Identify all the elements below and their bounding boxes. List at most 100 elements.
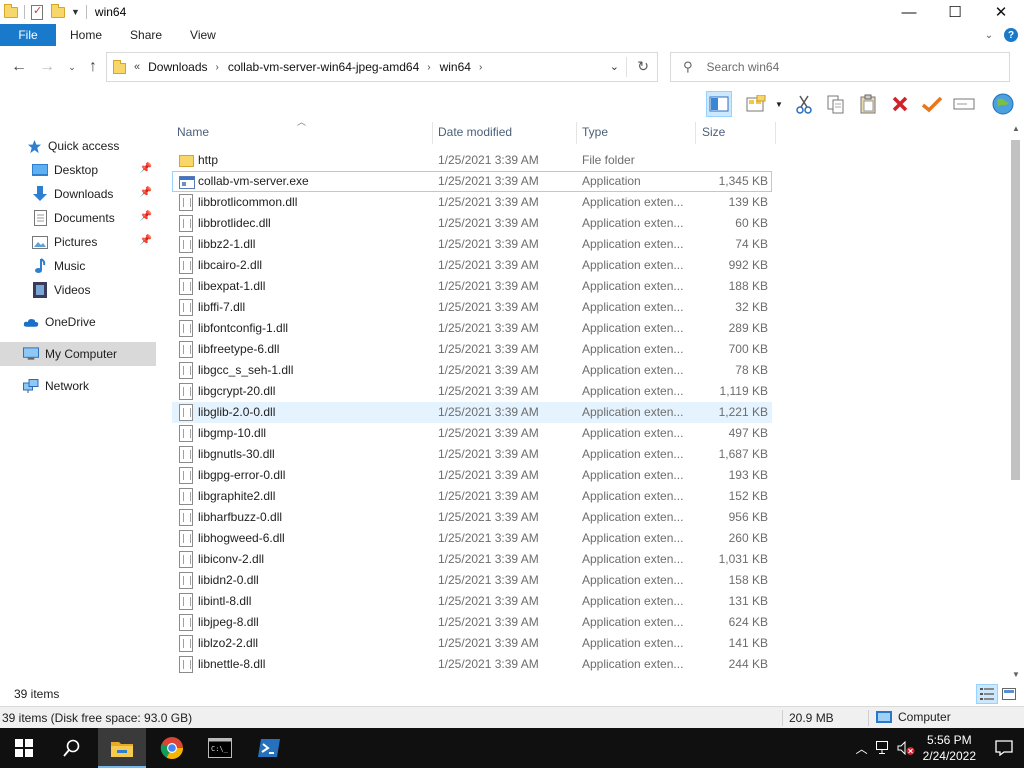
table-row[interactable]: libglib-2.0-0.dll 1/25/2021 3:39 AM Applic… — [172, 402, 772, 423]
tab-view[interactable]: View — [176, 24, 230, 46]
table-row[interactable]: libbrotlicommon.dll 1/25/2021 3:39 AM Appl… — [172, 192, 772, 213]
column-size[interactable]: Size — [702, 120, 772, 144]
column-name[interactable]: Name — [177, 120, 427, 144]
breadcrumb-separator[interactable]: › — [479, 62, 482, 73]
sidebar-item-network[interactable]: Network — [0, 374, 156, 398]
preview-pane-icon[interactable] — [706, 91, 732, 117]
column-divider[interactable] — [432, 122, 433, 144]
network-status-icon[interactable] — [873, 728, 895, 768]
clock[interactable]: 5:56 PM 2/24/2022 — [923, 732, 976, 764]
table-row[interactable]: liblzo2-2.dll 1/25/2021 3:39 AM Applicatio… — [172, 633, 772, 654]
table-row[interactable]: libfreetype-6.dll 1/25/2021 3:39 AM Applic… — [172, 339, 772, 360]
column-divider[interactable] — [775, 122, 776, 144]
table-row[interactable]: libnettle-8.dll 1/25/2021 3:39 AM Applicat… — [172, 654, 772, 675]
sidebar-item-onedrive[interactable]: OneDrive — [0, 310, 156, 334]
address-dropdown-icon[interactable]: ⌄ — [610, 60, 619, 73]
maximize-button[interactable]: ☐ — [932, 0, 978, 24]
table-row[interactable]: libexpat-1.dll 1/25/2021 3:39 AM Applicati… — [172, 276, 772, 297]
breadcrumb-win64[interactable]: win64 — [440, 60, 471, 74]
column-type[interactable]: Type — [582, 120, 692, 144]
properties-icon[interactable] — [31, 4, 43, 20]
sidebar-item-quick-access[interactable]: Quick access — [0, 134, 156, 158]
command-prompt-icon[interactable]: C:\_ — [196, 728, 244, 768]
breadcrumb-collab-vm-server[interactable]: collab-vm-server-win64-jpeg-amd64 — [228, 60, 419, 74]
search-icon[interactable] — [48, 728, 96, 768]
table-row[interactable]: libfontconfig-1.dll 1/25/2021 3:39 AM Appl… — [172, 318, 772, 339]
table-row[interactable]: libhogweed-6.dll 1/25/2021 3:39 AM Applica… — [172, 528, 772, 549]
refresh-icon[interactable]: ↻ — [637, 58, 649, 75]
file-explorer-icon[interactable] — [98, 728, 146, 768]
sidebar-item-pictures[interactable]: Pictures 📌 — [0, 230, 156, 254]
dll-file-icon — [179, 446, 193, 463]
start-icon[interactable] — [0, 728, 48, 768]
cut-icon[interactable] — [791, 91, 817, 117]
sidebar-item-desktop[interactable]: Desktop 📌 — [0, 158, 156, 182]
table-row[interactable]: libbrotlidec.dll 1/25/2021 3:39 AM Applica… — [172, 213, 772, 234]
table-row[interactable]: libgmp-10.dll 1/25/2021 3:39 AM Applicatio… — [172, 423, 772, 444]
breadcrumb-overflow[interactable]: « — [134, 61, 140, 73]
table-row[interactable]: libiconv-2.dll 1/25/2021 3:39 AM Applicati… — [172, 549, 772, 570]
table-row[interactable]: libffi-7.dll 1/25/2021 3:39 AM Application… — [172, 297, 772, 318]
chevron-up-icon[interactable]: ︿ — [851, 728, 873, 768]
sidebar-item-music[interactable]: Music — [0, 254, 156, 278]
table-row[interactable]: libcairo-2.dll 1/25/2021 3:39 AM Applicati… — [172, 255, 772, 276]
up-icon[interactable]: ↑ — [83, 58, 103, 76]
search-input[interactable]: Search win64 — [707, 60, 780, 74]
help-icon[interactable]: ? — [1004, 28, 1018, 42]
table-row[interactable]: libgraphite2.dll 1/25/2021 3:39 AM Applica… — [172, 486, 772, 507]
scroll-down-icon[interactable]: ▼ — [1008, 666, 1024, 682]
address-bar[interactable]: « Downloads › collab-vm-server-win64-jpe… — [106, 52, 658, 82]
table-row[interactable]: libgcrypt-20.dll 1/25/2021 3:39 AM Applica… — [172, 381, 772, 402]
chrome-icon[interactable] — [148, 728, 196, 768]
powershell-icon[interactable] — [245, 728, 293, 768]
breadcrumb-separator[interactable]: › — [427, 62, 430, 73]
navigation-pane: Quick access Desktop 📌 Downloads 📌 Docum… — [0, 120, 160, 680]
checkmark-icon[interactable] — [919, 91, 945, 117]
column-divider[interactable] — [576, 122, 577, 144]
sidebar-item-downloads[interactable]: Downloads 📌 — [0, 182, 156, 206]
scroll-up-icon[interactable]: ▲ — [1008, 120, 1024, 136]
copy-icon[interactable] — [823, 91, 849, 117]
sidebar-item-my-computer[interactable]: My Computer — [0, 342, 156, 366]
chevron-down-icon[interactable]: ⌄ — [978, 30, 1000, 41]
tab-home[interactable]: Home — [56, 24, 116, 46]
table-row[interactable]: libgcc_s_seh-1.dll 1/25/2021 3:39 AM Appli… — [172, 360, 772, 381]
large-icons-view-icon[interactable] — [998, 684, 1020, 704]
table-row[interactable]: libbz2-1.dll 1/25/2021 3:39 AM Application… — [172, 234, 772, 255]
forward-icon[interactable]: → — [37, 58, 57, 76]
table-row[interactable]: libgnutls-30.dll 1/25/2021 3:39 AM Applica… — [172, 444, 772, 465]
table-row[interactable]: collab-vm-server.exe 1/25/2021 3:39 AM App… — [172, 171, 772, 192]
table-row[interactable]: libjpeg-8.dll 1/25/2021 3:39 AM Applicatio… — [172, 612, 772, 633]
breadcrumb-separator[interactable]: › — [216, 62, 219, 73]
globe-icon[interactable] — [990, 91, 1016, 117]
table-row[interactable]: libharfbuzz-0.dll 1/25/2021 3:39 AM Applic… — [172, 507, 772, 528]
layout-dropdown-icon[interactable]: ▼ — [772, 91, 786, 117]
tab-share[interactable]: Share — [116, 24, 176, 46]
vertical-scrollbar[interactable]: ▲ ▼ — [1008, 120, 1024, 682]
table-row[interactable]: libgpg-error-0.dll 1/25/2021 3:39 AM Appli… — [172, 465, 772, 486]
paste-icon[interactable] — [855, 91, 881, 117]
minimize-button[interactable]: — — [886, 0, 932, 24]
layout-icon[interactable] — [744, 91, 770, 117]
scroll-thumb[interactable] — [1011, 140, 1020, 480]
close-button[interactable]: ✕ — [978, 0, 1024, 24]
table-row[interactable]: libidn2-0.dll 1/25/2021 3:39 AM Applicatio… — [172, 570, 772, 591]
sidebar-item-videos[interactable]: Videos — [0, 278, 156, 302]
customize-quick-access-icon[interactable]: ▼ — [71, 7, 80, 17]
notification-icon[interactable] — [984, 728, 1024, 768]
back-icon[interactable]: ← — [9, 58, 29, 76]
breadcrumb-downloads[interactable]: Downloads — [148, 60, 207, 74]
details-view-icon[interactable] — [976, 684, 998, 704]
volume-muted-icon[interactable] — [895, 728, 917, 768]
rename-icon[interactable] — [951, 91, 977, 117]
column-date-modified[interactable]: Date modified — [438, 120, 574, 144]
search-box[interactable]: ⚲ Search win64 — [670, 52, 1010, 82]
sidebar-item-documents[interactable]: Documents 📌 — [0, 206, 156, 230]
new-folder-icon[interactable] — [51, 3, 65, 18]
delete-icon[interactable] — [887, 91, 913, 117]
table-row[interactable]: http 1/25/2021 3:39 AM File folder — [172, 150, 772, 171]
tab-file[interactable]: File — [0, 24, 56, 46]
column-divider[interactable] — [695, 122, 696, 144]
table-row[interactable]: libintl-8.dll 1/25/2021 3:39 AM Applicatio… — [172, 591, 772, 612]
recent-locations-icon[interactable]: ⌄ — [62, 58, 82, 76]
